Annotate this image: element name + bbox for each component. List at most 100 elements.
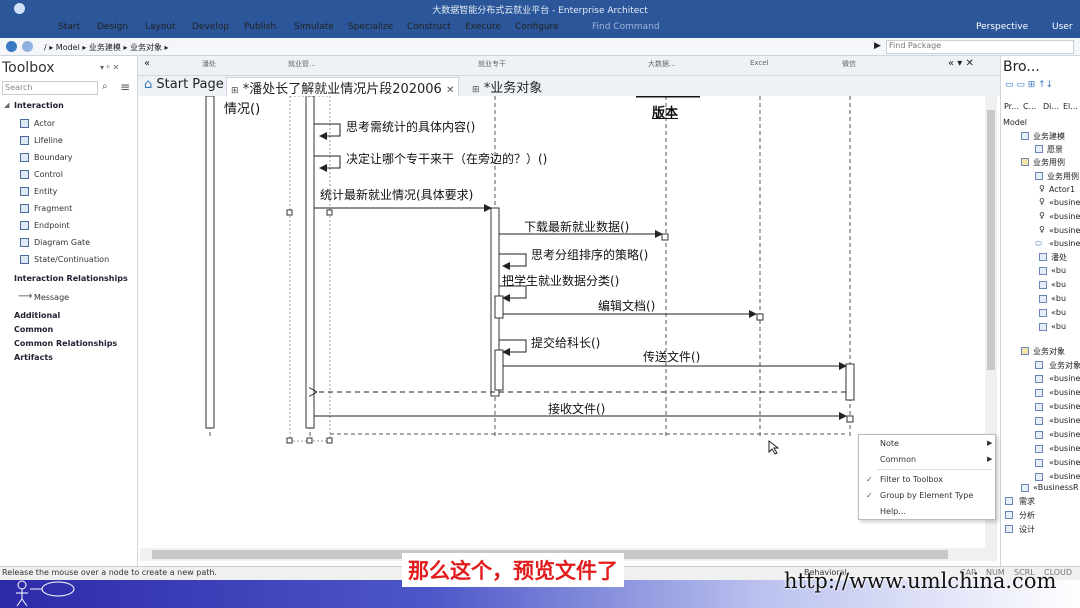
tree-node[interactable]: «busine bbox=[1049, 416, 1080, 425]
activation-bar bbox=[305, 96, 315, 429]
section-interaction[interactable]: Interaction bbox=[14, 101, 64, 110]
search-icon[interactable]: ⌕ bbox=[102, 81, 108, 92]
tree-node[interactable]: «bu bbox=[1051, 308, 1066, 317]
tree-node[interactable]: «busine bbox=[1049, 239, 1080, 248]
find-command-input[interactable]: Find Command bbox=[592, 22, 660, 32]
tree-node[interactable]: Actor1 bbox=[1049, 185, 1075, 194]
forward-icon[interactable] bbox=[22, 41, 33, 52]
tree-node[interactable]: «bu bbox=[1051, 280, 1066, 289]
back-icon[interactable] bbox=[6, 41, 17, 52]
tree-node[interactable]: 业务建模 bbox=[1033, 131, 1065, 142]
tree-node[interactable]: 分析 bbox=[1019, 510, 1035, 521]
tree-node[interactable]: 潘处 bbox=[1051, 252, 1067, 263]
message-label[interactable]: 决定让哪个专干来干（在旁边的？）() bbox=[346, 150, 547, 167]
menu-item-filter-to-toolbox[interactable]: Filter to Toolbox bbox=[880, 475, 943, 484]
tree-node[interactable]: «bu bbox=[1051, 294, 1066, 303]
section-common-relationships[interactable]: Common Relationships bbox=[14, 339, 117, 348]
tree-node[interactable]: «busine bbox=[1049, 374, 1080, 383]
menu-item-note[interactable]: Note bbox=[880, 439, 899, 448]
message-label[interactable]: 把学生就业数据分类() bbox=[502, 272, 619, 289]
title-bar: 大数据智能分布式云就业平台 - Enterprise Architect bbox=[0, 0, 1080, 18]
tab-sequence-diagram[interactable]: ⊞ *潘处长了解就业情况片段202006 ✕ bbox=[226, 77, 460, 97]
menu-item-help[interactable]: Help... bbox=[880, 507, 906, 516]
find-package-input[interactable]: Find Package bbox=[886, 40, 1074, 54]
tab-label: *潘处长了解就业情况片段202006 bbox=[242, 82, 442, 97]
pin-icon[interactable]: ▾ ᵖ ✕ bbox=[100, 63, 119, 72]
message-label[interactable]: 统计最新就业情况(具体要求) bbox=[320, 186, 473, 203]
tree-node[interactable]: 愿景 bbox=[1047, 144, 1063, 155]
toolbox-item-message[interactable]: Message bbox=[34, 293, 69, 302]
actor-icon: ♀ bbox=[1039, 225, 1045, 234]
toolbox-item-boundary[interactable]: Boundary bbox=[34, 153, 73, 162]
section-artifacts[interactable]: Artifacts bbox=[14, 353, 53, 362]
tree-node[interactable]: Model bbox=[1003, 118, 1027, 127]
diagram-gate-icon bbox=[20, 238, 29, 247]
tree-node[interactable]: «BusinessR bbox=[1033, 483, 1079, 492]
play-icon[interactable]: ▶ bbox=[874, 41, 881, 51]
tree-node[interactable]: 业务对象 bbox=[1033, 346, 1065, 357]
tree-node[interactable]: «busine bbox=[1049, 472, 1080, 481]
toolbox-item-diagram-gate[interactable]: Diagram Gate bbox=[34, 238, 90, 247]
message-label[interactable]: 思考分组排序的策略() bbox=[531, 246, 648, 263]
scroll-right-icon[interactable]: « ▾ ✕ bbox=[948, 58, 974, 69]
toolbox-item-control[interactable]: Control bbox=[34, 170, 63, 179]
browser-tab[interactable]: El... bbox=[1063, 102, 1078, 111]
toolbox-item-entity[interactable]: Entity bbox=[34, 187, 57, 196]
tree-node[interactable]: 业务对象 bbox=[1049, 360, 1080, 371]
tree-node[interactable]: «bu bbox=[1051, 322, 1066, 331]
message-label[interactable]: 接收文件() bbox=[548, 400, 605, 417]
lane-header: 潘处 bbox=[202, 60, 216, 68]
tree-node[interactable]: «busine bbox=[1049, 444, 1080, 453]
selection-handle bbox=[326, 209, 333, 216]
tree-node[interactable]: «bu bbox=[1051, 266, 1066, 275]
toolbox-item-state-continuation[interactable]: State/Continuation bbox=[34, 255, 109, 264]
scroll-left-icon[interactable]: « bbox=[144, 58, 150, 69]
menu-item-group-by-element-type[interactable]: Group by Element Type bbox=[880, 491, 973, 500]
message-label[interactable]: 传送文件() bbox=[643, 348, 700, 365]
collapse-icon[interactable]: ◢ bbox=[4, 101, 9, 109]
message-label[interactable]: 下载最新就业数据() bbox=[524, 218, 629, 235]
menu-item-common[interactable]: Common bbox=[880, 455, 916, 464]
toolbox-item-endpoint[interactable]: Endpoint bbox=[34, 221, 70, 230]
tree-node[interactable]: «busine bbox=[1049, 212, 1080, 221]
tree-node[interactable]: 设计 bbox=[1019, 524, 1035, 535]
toolbox-item-fragment[interactable]: Fragment bbox=[34, 204, 72, 213]
message-label[interactable]: 提交给科长() bbox=[531, 334, 600, 351]
browser-tab[interactable]: Pr... bbox=[1004, 102, 1019, 111]
browser-tab[interactable]: Di... bbox=[1043, 102, 1059, 111]
tree-node[interactable]: «busine bbox=[1049, 458, 1080, 467]
section-interaction-relationships[interactable]: Interaction Relationships bbox=[14, 274, 128, 283]
breadcrumb[interactable]: / ▸ Model ▸ 业务建模 ▸ 业务对象 ▸ bbox=[44, 42, 169, 53]
stick-figure-icon bbox=[16, 580, 75, 607]
check-icon: ✓ bbox=[866, 475, 873, 484]
message-arrow-icon: ⟶ bbox=[18, 291, 33, 302]
user-label[interactable]: User bbox=[1052, 22, 1073, 32]
perspective-button[interactable]: Perspective bbox=[976, 22, 1028, 32]
activation-bar bbox=[205, 96, 215, 429]
tree-node[interactable]: «busine bbox=[1049, 198, 1080, 207]
tree-node[interactable]: «busine bbox=[1049, 430, 1080, 439]
tree-node[interactable]: «busine bbox=[1049, 388, 1080, 397]
toolbox-item-lifeline[interactable]: Lifeline bbox=[34, 136, 63, 145]
activation-bar bbox=[845, 363, 855, 401]
browser-tab[interactable]: C... bbox=[1023, 102, 1036, 111]
menu-icon[interactable]: ≡ bbox=[120, 80, 130, 94]
tab-start-page[interactable]: ⌂ Start Page bbox=[140, 77, 228, 96]
section-common[interactable]: Common bbox=[14, 325, 53, 334]
browser-toolbar[interactable]: ▭ ▭ ⊞ ↑↓ bbox=[1005, 80, 1079, 92]
tab-business-object[interactable]: ⊞ *业务对象 bbox=[468, 77, 546, 96]
lane-header: 就业管... bbox=[288, 60, 316, 68]
tree-node[interactable]: «busine bbox=[1049, 402, 1080, 411]
address-bar: / ▸ Model ▸ 业务建模 ▸ 业务对象 ▸ ▶ Find Package bbox=[0, 38, 1080, 56]
tree-node[interactable]: 业务用例 bbox=[1033, 157, 1065, 168]
section-additional[interactable]: Additional bbox=[14, 311, 60, 320]
close-icon[interactable]: ✕ bbox=[446, 85, 454, 96]
toolbox-search-input[interactable]: Search bbox=[2, 81, 98, 95]
tree-node[interactable]: 业务用例 bbox=[1047, 171, 1079, 182]
message-label[interactable]: 编辑文档() bbox=[598, 297, 655, 314]
tree-node[interactable]: 需求 bbox=[1019, 496, 1035, 507]
boundary-icon bbox=[20, 153, 29, 162]
message-label[interactable]: 思考需统计的具体内容() bbox=[346, 118, 475, 135]
toolbox-item-actor[interactable]: Actor bbox=[34, 119, 55, 128]
tree-node[interactable]: «busine bbox=[1049, 226, 1080, 235]
